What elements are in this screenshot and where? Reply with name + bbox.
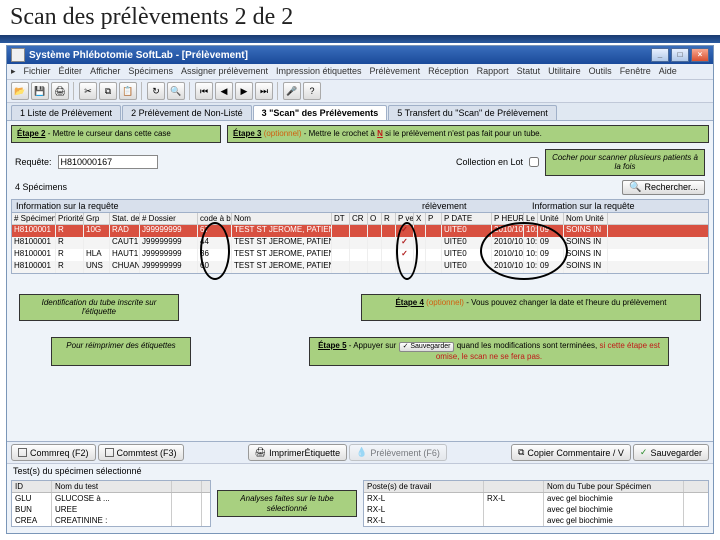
grid-row[interactable]: H8100001RUNSCHUANJ9999999960TEST ST JERO… xyxy=(12,261,708,273)
slide-title: Scan des prélèvements 2 de 2 xyxy=(0,0,720,35)
search-button[interactable]: 🔍Rechercher... xyxy=(622,180,705,195)
grid-row[interactable]: H8100001RCAUT1J9999999944TEST ST JEROME,… xyxy=(12,237,708,249)
btab-print-label[interactable]: 🖨ImprimerÉtiquette xyxy=(248,444,347,461)
bottom-toolbar: Commreq (F2) Commtest (F3) 🖨ImprimerÉtiq… xyxy=(7,441,713,463)
test-row[interactable]: GLUGLUCOSE à ... xyxy=(12,493,210,504)
close-button[interactable]: × xyxy=(691,48,709,62)
tab-5[interactable]: 5 Transfert du "Scan" de Prélèvement xyxy=(388,105,556,120)
specimen-count: 4 Spécimens xyxy=(15,182,67,192)
callout-step3: Étape 3 (optionnel) - Mettre le crochet … xyxy=(227,125,709,143)
btab-save[interactable]: ✓Sauvegarder xyxy=(633,444,709,461)
tb-help-icon[interactable]: ? xyxy=(303,82,321,100)
tb-cut-icon[interactable]: ✂ xyxy=(79,82,97,100)
test-grid-right: Poste(s) de travailNom du Tube pour Spéc… xyxy=(363,480,709,527)
toolbar: 📂 💾 🖨 ✂ ⧉ 📋 ↻ 🔍 ⏮ ◀ ▶ ⏭ 🎤 ? xyxy=(7,80,713,103)
btab-copy-comment[interactable]: ⧉Copier Commentaire / V xyxy=(511,444,631,461)
app-small-icon: ▸ xyxy=(11,66,16,77)
tabbar: 1 Liste de Prélèvement 2 Prélèvement de … xyxy=(7,103,713,121)
app-window: Système Phlébotomie SoftLab - [Prélèveme… xyxy=(6,45,714,534)
tb-save-icon[interactable]: 💾 xyxy=(31,82,49,100)
window-titlebar: Système Phlébotomie SoftLab - [Prélèveme… xyxy=(7,46,713,64)
menu-item[interactable]: Utilitaire xyxy=(548,66,581,77)
test-grid-left: IDNom du test GLUGLUCOSE à ... BUNUREE C… xyxy=(11,480,211,527)
request-label: Requête: xyxy=(15,157,52,167)
menu-item[interactable]: Prélèvement xyxy=(370,66,421,77)
menu-item[interactable]: Spécimens xyxy=(128,66,173,77)
minimize-button[interactable]: _ xyxy=(651,48,669,62)
window-title: Système Phlébotomie SoftLab - [Prélèveme… xyxy=(29,50,248,61)
menu-item[interactable]: Fenêtre xyxy=(620,66,651,77)
app-icon xyxy=(11,48,25,62)
request-input[interactable] xyxy=(58,155,158,169)
menu-item[interactable]: Réception xyxy=(428,66,469,77)
tb-refresh-icon[interactable]: ↻ xyxy=(147,82,165,100)
tab-1[interactable]: 1 Liste de Prélèvement xyxy=(11,105,121,120)
callout-step5: Étape 5 - Appuyer sur ✓ Sauvegarder quan… xyxy=(309,337,669,366)
tb-search-icon[interactable]: 🔍 xyxy=(167,82,185,100)
tb-first-icon[interactable]: ⏮ xyxy=(195,82,213,100)
grid-columns: # SpécimenPrioritéGrpStat. de li# Dossie… xyxy=(12,213,708,225)
menu-item[interactable]: Aide xyxy=(659,66,677,77)
tab-3[interactable]: 3 "Scan" des Prélèvements xyxy=(253,105,388,120)
collection-lot-label: Collection en Lot xyxy=(456,157,523,167)
menu-item[interactable]: Éditer xyxy=(59,66,83,77)
subgrid-label: Test(s) du spécimen sélectionné xyxy=(7,463,713,478)
tb-mic-icon[interactable]: 🎤 xyxy=(283,82,301,100)
callout-step4: Étape 4 (optionnel) - Vous pouvez change… xyxy=(361,294,701,321)
btab-prelevement[interactable]: 💧Prélèvement (F6) xyxy=(349,444,447,461)
callout-reprint: Pour réimprimer des étiquettes xyxy=(51,337,191,366)
menu-item[interactable]: Afficher xyxy=(90,66,120,77)
menubar: ▸ Fichier Éditer Afficher Spécimens Assi… xyxy=(7,64,713,80)
content-area: Étape 2 - Mettre le curseur dans cette c… xyxy=(7,121,713,441)
tab-2[interactable]: 2 Prélèvement de Non-Listé xyxy=(122,105,252,120)
tb-open-icon[interactable]: 📂 xyxy=(11,82,29,100)
callout-step2: Étape 2 - Mettre le curseur dans cette c… xyxy=(11,125,221,143)
btab-commtest[interactable]: Commtest (F3) xyxy=(98,444,184,461)
callout-lot: Cocher pour scanner plusieurs patients à… xyxy=(545,149,705,176)
menu-item[interactable]: Assigner prélèvement xyxy=(181,66,268,77)
grid-body[interactable]: H8100001R10GRADJ9999999967TEST ST JEROME… xyxy=(12,225,708,273)
grid-group-right: Information sur la requête xyxy=(528,200,708,213)
save-button-inline: ✓ Sauvegarder xyxy=(399,342,455,352)
tb-paste-icon[interactable]: 📋 xyxy=(119,82,137,100)
menu-item[interactable]: Fichier xyxy=(24,66,51,77)
test-row[interactable]: BUNUREE xyxy=(12,504,210,515)
test-row[interactable]: CREACREATININE : xyxy=(12,515,210,526)
grid-row[interactable]: H8100001RHLAHAUT1J9999999936TEST ST JERO… xyxy=(12,249,708,261)
menu-item[interactable]: Statut xyxy=(517,66,541,77)
tb-copy-icon[interactable]: ⧉ xyxy=(99,82,117,100)
tb-next-icon[interactable]: ▶ xyxy=(235,82,253,100)
grid-group-left: Information sur la requête xyxy=(12,200,418,213)
tb-last-icon[interactable]: ⏭ xyxy=(255,82,273,100)
menu-item[interactable]: Impression étiquettes xyxy=(276,66,362,77)
callout-ident: Identification du tube inscrite sur l'ét… xyxy=(19,294,179,321)
menu-item[interactable]: Rapport xyxy=(477,66,509,77)
tb-prev-icon[interactable]: ◀ xyxy=(215,82,233,100)
callout-analyses: Analyses faites sur le tube sélectionné xyxy=(217,490,357,517)
menu-item[interactable]: Outils xyxy=(589,66,612,77)
collection-lot-checkbox[interactable] xyxy=(529,157,539,167)
grid-row[interactable]: H8100001R10GRADJ9999999967TEST ST JEROME… xyxy=(12,225,708,237)
tb-print-icon[interactable]: 🖨 xyxy=(51,82,69,100)
maximize-button[interactable]: □ xyxy=(671,48,689,62)
request-row: Requête: Collection en Lot Cocher pour s… xyxy=(11,147,709,178)
btab-commreq[interactable]: Commreq (F2) xyxy=(11,444,96,461)
grid-group-mid: rélèvement xyxy=(418,200,528,213)
title-stripe xyxy=(0,35,720,43)
specimen-grid: Information sur la requête rélèvement In… xyxy=(11,199,709,274)
